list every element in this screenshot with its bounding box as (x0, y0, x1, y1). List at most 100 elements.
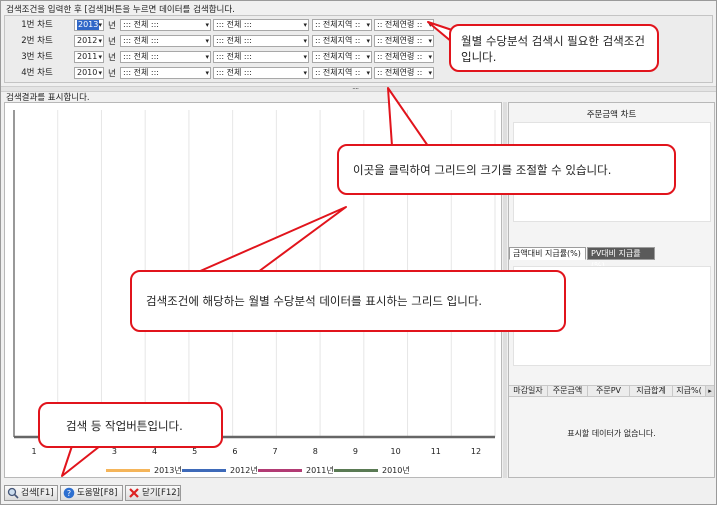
legend-swatch (334, 469, 378, 472)
age-select[interactable]: :: 전체연령 :: ▾ (374, 35, 434, 47)
category-1-value: ::: 전체 ::: (123, 68, 159, 77)
chevron-down-icon: ▾ (303, 53, 307, 61)
age-value: :: 전체연령 :: (377, 52, 423, 61)
category-select-2[interactable]: ::: 전체 ::: ▾ (213, 67, 309, 79)
x-tick-label: 2 (71, 447, 77, 456)
region-value: :: 전체지역 :: (315, 20, 361, 29)
year-select[interactable]: 2010 ▾ (74, 67, 104, 79)
x-tick-label: 12 (470, 447, 482, 456)
row-label: 4번 차트 (21, 68, 53, 78)
close-button-label: 닫기[F12] (142, 488, 180, 498)
summary-scroll-arrow[interactable]: ▸ (706, 386, 714, 396)
callout-resize-text: 이곳을 클릭하여 그리드의 크기를 조절할 수 있습니다. (353, 163, 612, 177)
legend-label: 2013년 (154, 466, 182, 475)
chevron-down-icon: ▾ (366, 53, 370, 61)
column-header[interactable]: 주문PV (588, 385, 630, 397)
help-button[interactable]: ? 도움말[F8] (60, 485, 123, 501)
region-select[interactable]: :: 전체지역 :: ▾ (312, 19, 372, 31)
help-icon: ? (63, 487, 75, 499)
x-tick-label: 1 (31, 447, 37, 456)
order-amount-chart-title: 주문금액 차트 (586, 110, 637, 120)
column-header[interactable]: 지급합계 (630, 385, 673, 397)
category-select-2[interactable]: ::: 전체 ::: ▾ (213, 19, 309, 31)
callout-resize: 이곳을 클릭하여 그리드의 크기를 조절할 수 있습니다. (337, 144, 676, 195)
category-1-value: ::: 전체 ::: (123, 36, 159, 45)
category-1-value: ::: 전체 ::: (123, 52, 159, 61)
close-button[interactable]: 닫기[F12] (125, 485, 181, 501)
chevron-down-icon: ▾ (428, 69, 432, 77)
region-value: :: 전체지역 :: (315, 36, 361, 45)
x-tick-label: 6 (232, 447, 238, 456)
chevron-down-icon: ▾ (205, 21, 209, 29)
chevron-down-icon: ▾ (366, 37, 370, 45)
x-tick-label: 3 (111, 447, 117, 456)
row-label: 1번 차트 (21, 20, 53, 30)
callout-grid-text: 검색조건에 해당하는 월별 수당분석 데이터를 표시하는 그리드 입니다. (146, 294, 483, 308)
x-tick-label: 4 (151, 447, 158, 456)
column-header[interactable]: 마감일자 (509, 385, 548, 397)
age-select[interactable]: :: 전체연령 :: ▾ (374, 67, 434, 79)
search-button[interactable]: 검색[F1] (4, 485, 58, 501)
tab-amount-ratio[interactable]: 금액대비 지급률(%) (509, 247, 586, 260)
svg-text:?: ? (67, 489, 71, 498)
category-select-1[interactable]: ::: 전체 ::: ▾ (120, 19, 211, 31)
legend-label: 2011년 (306, 466, 334, 475)
chevron-down-icon: ▾ (428, 53, 432, 61)
category-select-1[interactable]: ::: 전체 ::: ▾ (120, 35, 211, 47)
year-select[interactable]: 2011 ▾ (74, 51, 104, 63)
age-value: :: 전체연령 :: (377, 36, 423, 45)
callout-buttons: 검색 등 작업버튼입니다. (38, 402, 223, 448)
category-select-2[interactable]: ::: 전체 ::: ▾ (213, 51, 309, 63)
column-header[interactable]: 주문금액 (548, 385, 588, 397)
category-select-2[interactable]: ::: 전체 ::: ▾ (213, 35, 309, 47)
callout-conditions-text: 월별 수당분석 검색시 필요한 검색조건입니다. (461, 34, 645, 64)
region-select[interactable]: :: 전체지역 :: ▾ (312, 51, 372, 63)
x-tick-label: 5 (192, 447, 198, 456)
chevron-down-icon: ▾ (205, 69, 209, 77)
search-header: 검색조건을 입력한 후 [검색]버튼을 누르면 데이터를 검색합니다. (6, 5, 235, 15)
chevron-down-icon: ▾ (98, 69, 102, 77)
grid-resize-grip[interactable]: .... (352, 82, 359, 91)
category-select-1[interactable]: ::: 전체 ::: ▾ (120, 51, 211, 63)
age-select[interactable]: :: 전체연령 :: ▾ (374, 19, 434, 31)
help-button-label: 도움말[F8] (77, 488, 118, 498)
search-button-label: 검색[F1] (21, 488, 54, 498)
callout-grid: 검색조건에 해당하는 월별 수당분석 데이터를 표시하는 그리드 입니다. (130, 270, 566, 332)
region-select[interactable]: :: 전체지역 :: ▾ (312, 67, 372, 79)
chevron-down-icon: ▾ (428, 37, 432, 45)
year-suffix: 년 (108, 53, 116, 63)
year-value: 2011 (77, 52, 98, 61)
chevron-down-icon: ▾ (303, 37, 307, 45)
category-select-1[interactable]: ::: 전체 ::: ▾ (120, 67, 211, 79)
close-icon (129, 488, 139, 498)
legend-swatch (258, 469, 302, 472)
callout-buttons-text: 검색 등 작업버튼입니다. (66, 419, 183, 433)
legend-swatch (182, 469, 226, 472)
legend-swatch (106, 469, 150, 472)
age-select[interactable]: :: 전체연령 :: ▾ (374, 51, 434, 63)
category-2-value: ::: 전체 ::: (216, 52, 252, 61)
legend-label: 2012년 (230, 466, 258, 475)
callout-conditions: 월별 수당분석 검색시 필요한 검색조건입니다. (449, 24, 659, 72)
year-select[interactable]: 2012 ▾ (74, 35, 104, 47)
chevron-down-icon: ▾ (98, 53, 102, 61)
grid-resize-handle[interactable] (0, 86, 717, 92)
row-label: 2번 차트 (21, 36, 53, 46)
x-tick-label: 11 (430, 447, 441, 456)
chevron-down-icon: ▾ (205, 37, 209, 45)
column-header[interactable]: 지급%( (673, 385, 706, 397)
legend-label: 2010년 (382, 466, 410, 475)
region-value: :: 전체지역 :: (315, 52, 361, 61)
tab-pv-ratio[interactable]: PV대비 지급률(%) (587, 247, 655, 270)
year-value: 2012 (77, 36, 98, 45)
region-select[interactable]: :: 전체지역 :: ▾ (312, 35, 372, 47)
category-1-value: ::: 전체 ::: (123, 20, 159, 29)
age-value: :: 전체연령 :: (377, 68, 423, 77)
search-icon (7, 487, 19, 499)
x-tick-label: 8 (312, 447, 318, 456)
year-select[interactable]: 2013 ▾ (74, 19, 104, 31)
year-suffix: 년 (108, 69, 116, 79)
row-label: 3번 차트 (21, 52, 53, 62)
chevron-down-icon: ▾ (205, 53, 209, 61)
age-value: :: 전체연령 :: (377, 20, 423, 29)
